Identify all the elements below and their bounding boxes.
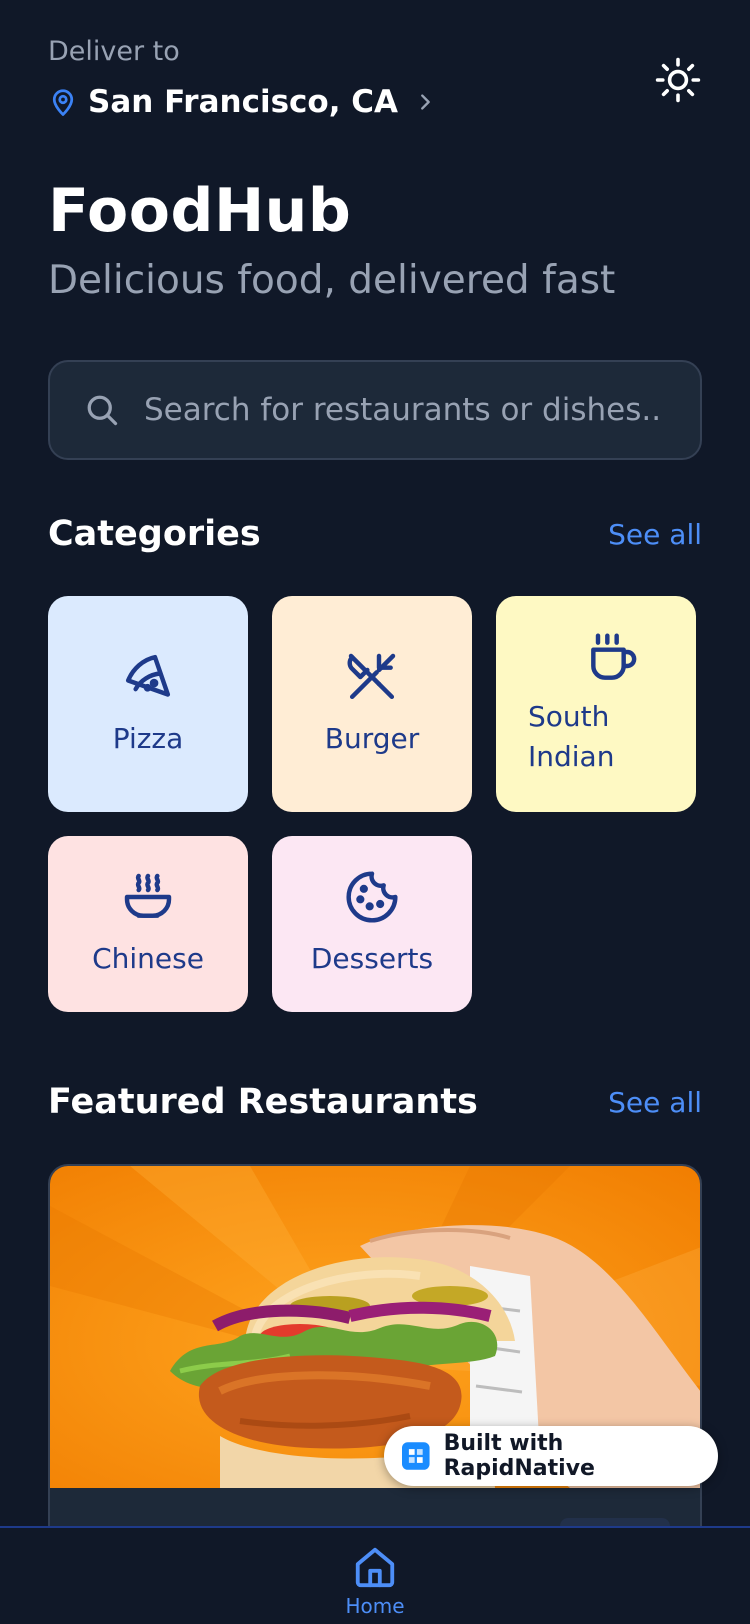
category-desserts[interactable]: Desserts bbox=[272, 836, 472, 1012]
featured-see-all-link[interactable]: See all bbox=[608, 1086, 702, 1119]
category-label: Burger bbox=[324, 722, 420, 755]
built-with-badge[interactable]: Built with RapidNative bbox=[384, 1426, 718, 1486]
category-burger[interactable]: Burger bbox=[272, 596, 472, 812]
location-pin-icon bbox=[52, 89, 74, 116]
category-label: Chinese bbox=[92, 942, 204, 975]
featured-restaurants-title: Featured Restaurants bbox=[48, 1082, 478, 1122]
coffee-cup-icon bbox=[591, 633, 637, 680]
chevron-right-icon bbox=[421, 94, 430, 110]
category-label: Desserts bbox=[310, 942, 434, 975]
restaurant-card[interactable] bbox=[48, 1164, 702, 1584]
utensils-icon bbox=[347, 653, 396, 700]
deliver-to-label: Deliver to bbox=[48, 36, 180, 67]
soup-bowl-icon bbox=[124, 873, 172, 918]
cookie-icon bbox=[346, 871, 398, 923]
rapidnative-logo-icon bbox=[402, 1442, 430, 1470]
location-selector[interactable]: San Francisco, CA bbox=[48, 84, 436, 120]
category-pizza[interactable]: Pizza bbox=[48, 596, 248, 812]
category-label: South Indian bbox=[528, 700, 615, 773]
search-icon bbox=[87, 395, 118, 426]
category-south-indian[interactable]: South Indian bbox=[496, 596, 696, 812]
tab-home-label: Home bbox=[345, 1594, 405, 1618]
category-chinese[interactable]: Chinese bbox=[48, 836, 248, 1012]
sun-icon[interactable] bbox=[654, 56, 702, 104]
search-bar[interactable] bbox=[48, 360, 702, 460]
pizza-icon bbox=[125, 654, 171, 697]
categories-title: Categories bbox=[48, 514, 261, 554]
location-text: San Francisco, CA bbox=[88, 84, 399, 120]
categories-see-all-link[interactable]: See all bbox=[608, 518, 702, 551]
built-with-label: Built with RapidNative bbox=[443, 1431, 595, 1481]
home-icon bbox=[355, 1547, 395, 1588]
search-input[interactable] bbox=[144, 392, 664, 428]
app-subtitle: Delicious food, delivered fast bbox=[48, 258, 616, 303]
tab-home[interactable]: Home bbox=[335, 1528, 415, 1624]
app-title: FoodHub bbox=[48, 176, 352, 246]
bottom-tab-bar: Home bbox=[0, 1526, 750, 1624]
category-label: Pizza bbox=[112, 722, 184, 755]
